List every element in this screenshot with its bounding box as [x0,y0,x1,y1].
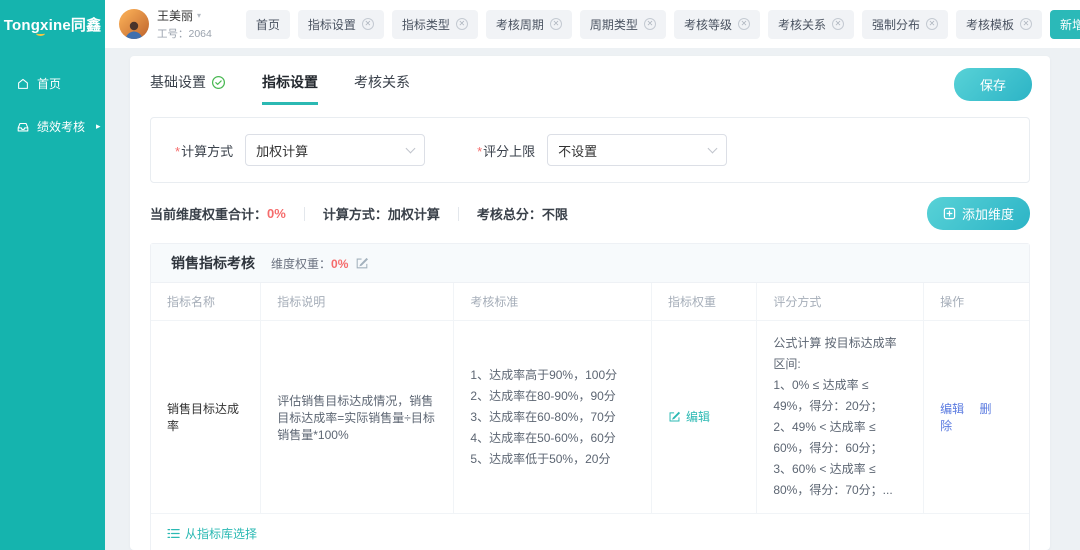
indicator-weight-cell: 编辑 [651,321,756,514]
tab-basic-settings[interactable]: 基础设置 [150,72,226,105]
pencil-square-icon [668,410,681,423]
col-indicator-weight: 指标权重 [651,283,756,321]
template-editor-card: 基础设置 指标设置 考核关系 保存 *计算方式 加权计算 [130,56,1050,550]
divider [304,207,305,221]
top-tab-indicator-setting[interactable]: 指标设置✕ [298,10,384,39]
plus-square-icon [943,207,956,220]
inbox-icon [16,120,30,134]
total-score-summary: 考核总分：不限 [477,204,568,223]
top-tab-indicator-type[interactable]: 指标类型✕ [392,10,478,39]
sidebar-item-home[interactable]: 首页 [0,62,105,105]
top-tab-assessment-template[interactable]: 考核模板✕ [956,10,1042,39]
user-name: 王美丽 [157,7,193,24]
dimension-weight-total-label: 当前维度权重合计： [150,204,267,223]
score-limit-label: *评分上限 [477,141,535,160]
user-employee-number: 工号：2064 [157,26,212,41]
tab-indicator-settings[interactable]: 指标设置 [262,72,318,105]
edit-dimension-weight-icon[interactable] [355,256,369,270]
home-icon [16,77,30,91]
calc-method-summary: 计算方式：加权计算 [323,204,440,223]
calc-method-select[interactable]: 加权计算 [245,134,425,166]
close-icon[interactable]: ✕ [1020,18,1032,30]
list-icon [167,527,180,540]
check-circle-icon [211,75,226,90]
top-tab-assessment-relation[interactable]: 考核关系✕ [768,10,854,39]
main-area: 基础设置 指标设置 考核关系 保存 *计算方式 加权计算 [105,48,1080,550]
brand-logo: Tongxine同鑫 [0,0,105,48]
table-row: 销售目标达成率 评估销售目标达成情况，销售目标达成率=实际销售量÷目标销售量*1… [151,321,1029,514]
edit-row-link[interactable]: 编辑 [940,402,964,416]
close-icon[interactable]: ✕ [362,18,374,30]
edit-weight-button[interactable]: 编辑 [668,408,710,425]
close-icon[interactable]: ✕ [550,18,562,30]
sales-section-header: 销售指标考核 维度权重：0% [151,244,1029,283]
dimension-weight: 维度权重：0% [271,255,348,272]
top-tab-forced-distribution[interactable]: 强制分布✕ [862,10,948,39]
calc-method-label: *计算方式 [175,141,233,160]
col-scoring-method: 评分方式 [757,283,924,321]
col-indicator-desc: 指标说明 [261,283,454,321]
section-title: 销售指标考核 [171,253,255,273]
scoring-method-cell: 公式计算 按目标达成率区间: 1、0% ≤ 达成率 ≤ 49%，得分：20分； … [757,321,924,514]
sidebar: 首页 绩效考核 ▸ [0,48,105,550]
brand-logo-text: Tongxine同鑫 [4,14,102,35]
indicator-desc-cell: 评估销售目标达成情况，销售目标达成率=实际销售量÷目标销售量*100% [261,321,454,514]
close-icon[interactable]: ✕ [456,18,468,30]
calc-method-value: 加权计算 [256,141,308,160]
actions-cell: 编辑 删除 [924,321,1029,514]
add-dimension-button[interactable]: 添加维度 [927,197,1030,230]
chevron-right-icon: ▸ [96,121,101,132]
required-mark: * [175,144,180,159]
library-row: 从指标库选择 [151,514,1029,550]
user-menu[interactable]: 王美丽 ▾ 工号：2064 [105,7,222,41]
table-header-row: 指标名称 指标说明 考核标准 指标权重 评分方式 操作 [151,283,1029,321]
score-limit-select[interactable]: 不设置 [547,134,727,166]
top-tab-assessment-cycle[interactable]: 考核周期✕ [486,10,572,39]
avatar[interactable] [119,9,149,39]
close-icon[interactable]: ✕ [926,18,938,30]
score-limit-value: 不设置 [558,141,597,160]
chevron-down-icon [406,143,416,153]
person-silhouette-icon [122,17,146,39]
sidebar-item-performance[interactable]: 绩效考核 ▸ [0,105,105,148]
close-icon[interactable]: ✕ [738,18,750,30]
col-indicator-name: 指标名称 [151,283,261,321]
sales-indicator-table: 指标名称 指标说明 考核标准 指标权重 评分方式 操作 销售目标达成率 评估销售… [151,283,1029,514]
assessment-standard-cell: 1、达成率高于90%，100分 2、达成率在80-90%，90分 3、达成率在6… [454,321,652,514]
calc-settings-form: *计算方式 加权计算 *评分上限 不设置 [150,117,1030,183]
logo-smile-mark [36,31,45,36]
dimension-weight-total-value: 0% [267,206,286,221]
top-tab-home[interactable]: 首页 [246,10,290,39]
save-button[interactable]: 保存 [954,68,1032,101]
select-from-library-link[interactable]: 从指标库选择 [167,525,257,542]
pencil-square-icon [355,256,369,270]
indicator-name-cell: 销售目标达成率 [151,321,261,514]
col-assessment-standard: 考核标准 [454,283,652,321]
col-actions: 操作 [924,283,1029,321]
top-tab-cycle-type[interactable]: 周期类型✕ [580,10,666,39]
divider [458,207,459,221]
top-tab-assessment-level[interactable]: 考核等级✕ [674,10,760,39]
top-tab-bar: 首页 指标设置✕ 指标类型✕ 考核周期✕ 周期类型✕ 考核等级✕ 考核关系✕ 强… [246,10,1080,39]
top-tab-new-template[interactable]: 新增模板✕ [1050,10,1080,39]
close-icon[interactable]: ✕ [644,18,656,30]
close-icon[interactable]: ✕ [832,18,844,30]
step-tab-bar: 基础设置 指标设置 考核关系 [150,72,1030,105]
tab-assessment-relation[interactable]: 考核关系 [354,72,410,105]
chevron-down-icon [708,143,718,153]
summary-bar: 当前维度权重合计： 0% 计算方式：加权计算 考核总分：不限 添加维度 [150,197,1030,230]
chevron-down-icon: ▾ [197,11,201,20]
sales-indicator-section: 销售指标考核 维度权重：0% 指标名称 指标说明 考核 [150,243,1030,550]
topbar: Tongxine同鑫 王美丽 ▾ 工号：2064 首页 指标设置✕ 指标类型✕ … [0,0,1080,48]
required-mark: * [477,144,482,159]
